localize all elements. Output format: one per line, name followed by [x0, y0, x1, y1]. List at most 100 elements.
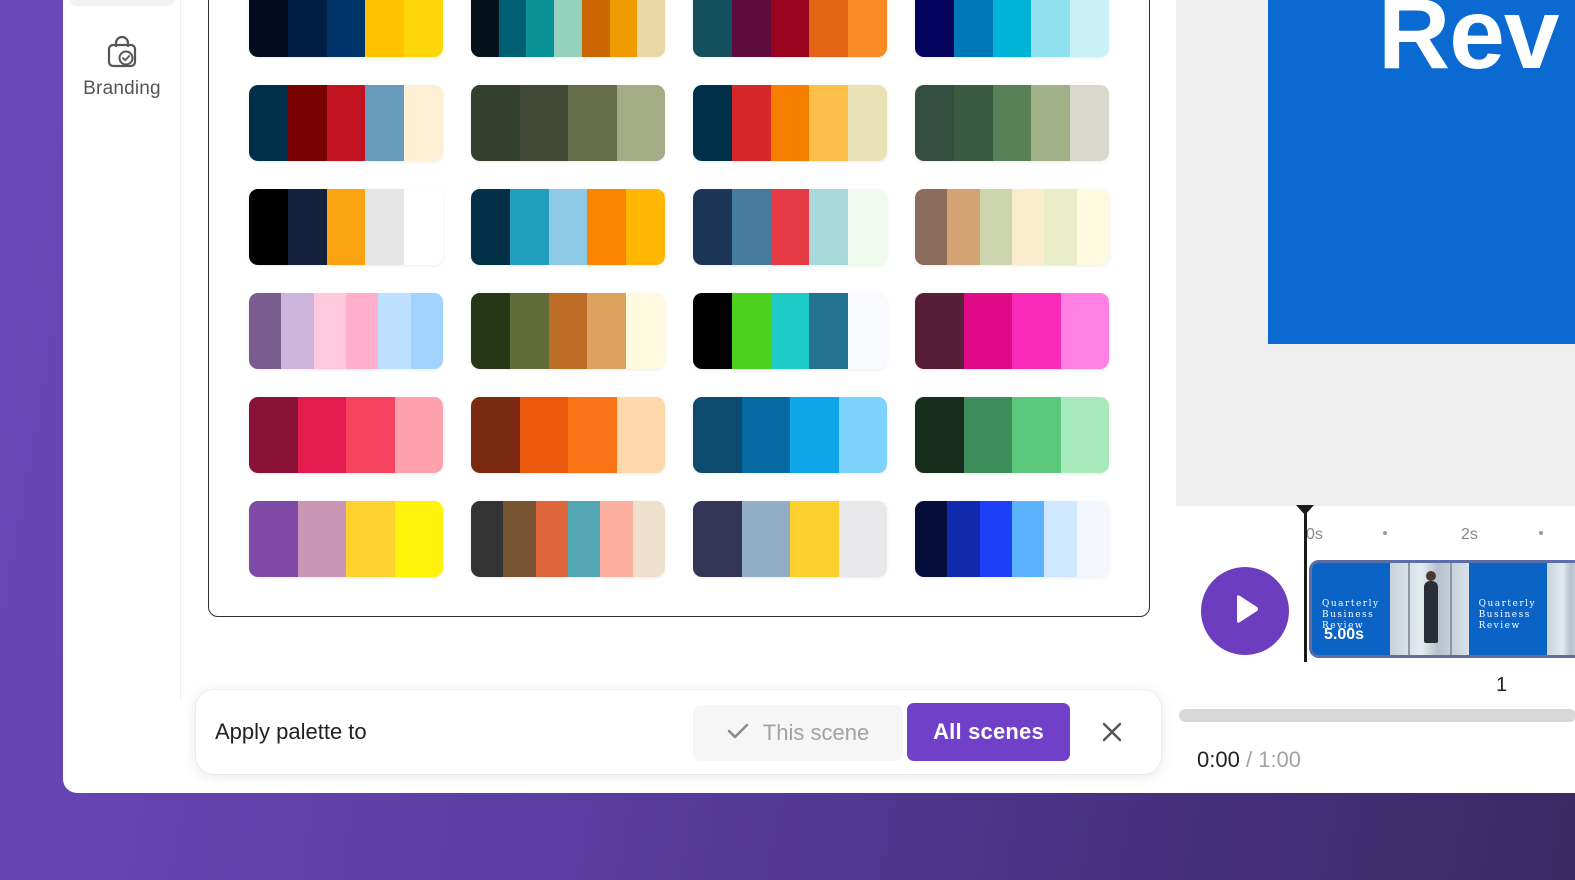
palette-color	[297, 501, 346, 577]
palette-color	[287, 0, 327, 57]
ruler-tick	[1539, 531, 1543, 535]
apply-palette-bar: Apply palette to This scene All scenes	[196, 690, 1161, 774]
palette-swatch[interactable]	[915, 293, 1109, 369]
palette-color	[1070, 85, 1109, 161]
palette-color	[249, 293, 282, 369]
checkmark-icon	[727, 720, 749, 746]
palette-color	[297, 397, 346, 473]
palette-color	[394, 501, 443, 577]
palette-color	[838, 397, 887, 473]
palette-color	[365, 85, 405, 161]
time-display: 0:00 / 1:00	[1197, 747, 1301, 773]
palette-swatch[interactable]	[915, 501, 1109, 577]
palette-color	[809, 85, 849, 161]
palette-swatch[interactable]	[915, 0, 1109, 57]
palette-color	[693, 501, 742, 577]
scene-thumbnail[interactable]: Quarterly Business Review 5.00s Quarterl…	[1309, 560, 1575, 658]
palette-color	[1012, 397, 1061, 473]
sidebar-item-branding[interactable]: Branding	[63, 34, 181, 100]
thumbnail-frame: Quarterly Business Review	[1468, 563, 1547, 655]
ruler-label: 0s	[1306, 526, 1323, 543]
palette-color	[848, 293, 887, 369]
play-button[interactable]	[1201, 567, 1289, 655]
palette-color	[567, 501, 601, 577]
timeline-scrollbar[interactable]	[1179, 709, 1575, 722]
palette-color	[616, 85, 665, 161]
palette-swatch[interactable]	[693, 0, 887, 57]
time-separator: /	[1245, 747, 1253, 772]
palette-color	[741, 501, 790, 577]
all-scenes-button[interactable]: All scenes	[907, 703, 1070, 761]
palette-color	[770, 0, 810, 57]
palette-color	[1070, 0, 1109, 57]
palette-swatch[interactable]	[915, 397, 1109, 473]
palette-color	[378, 293, 411, 369]
palette-color	[953, 85, 993, 161]
palette-color	[249, 0, 288, 57]
palette-color	[313, 293, 346, 369]
palette-color	[1060, 293, 1109, 369]
palette-picker	[208, 0, 1150, 617]
apply-palette-label: Apply palette to	[215, 719, 367, 744]
palette-swatch[interactable]	[693, 189, 887, 265]
palette-color	[404, 85, 443, 161]
palette-color	[731, 189, 771, 265]
palette-swatch[interactable]	[471, 189, 665, 265]
palette-color	[568, 397, 617, 473]
palette-color	[498, 0, 527, 57]
palette-color	[609, 0, 638, 57]
thumbnail-title: Quarterly Business Review	[1478, 599, 1537, 631]
palette-color	[535, 501, 568, 577]
scene-preview[interactable]: Rev	[1268, 0, 1575, 344]
palette-color	[1044, 189, 1077, 265]
palette-color	[947, 501, 980, 577]
palette-swatch[interactable]	[471, 0, 665, 57]
palette-color	[915, 501, 948, 577]
preview-title: Rev	[1378, 0, 1559, 90]
palette-grid	[249, 0, 1109, 577]
palette-color	[809, 0, 849, 57]
palette-color	[809, 189, 849, 265]
palette-color	[519, 397, 568, 473]
palette-swatch[interactable]	[693, 397, 887, 473]
close-icon[interactable]	[1098, 718, 1126, 746]
palette-color	[790, 397, 839, 473]
palette-swatch[interactable]	[693, 85, 887, 161]
palette-swatch[interactable]	[471, 501, 665, 577]
palette-color	[326, 189, 366, 265]
palette-swatch[interactable]	[471, 293, 665, 369]
palette-color	[979, 189, 1012, 265]
person-image	[1424, 571, 1439, 643]
palette-color	[365, 189, 405, 265]
palette-color	[471, 85, 520, 161]
palette-color	[249, 189, 288, 265]
playhead[interactable]	[1304, 506, 1307, 662]
sidebar-item-label: Branding	[83, 78, 161, 99]
palette-swatch[interactable]	[249, 501, 443, 577]
palette-color	[471, 293, 510, 369]
palette-color	[915, 0, 954, 57]
palette-color	[963, 397, 1012, 473]
palette-swatch[interactable]	[471, 397, 665, 473]
palette-color	[345, 293, 379, 369]
palette-swatch[interactable]	[249, 189, 443, 265]
total-time: 1:00	[1258, 747, 1302, 772]
palette-swatch[interactable]	[249, 293, 443, 369]
scene-duration: 5.00s	[1324, 626, 1365, 643]
palette-swatch[interactable]	[249, 397, 443, 473]
palette-swatch[interactable]	[693, 501, 887, 577]
palette-swatch[interactable]	[693, 293, 887, 369]
palette-swatch[interactable]	[915, 189, 1109, 265]
palette-color	[326, 0, 366, 57]
palette-color	[790, 501, 839, 577]
palette-color	[848, 189, 887, 265]
palette-swatch[interactable]	[249, 0, 443, 57]
scene-number: 1	[1496, 674, 1508, 696]
this-scene-button[interactable]: This scene	[693, 705, 903, 761]
thumbnail-frame	[1546, 563, 1575, 655]
palette-swatch[interactable]	[471, 85, 665, 161]
palette-color	[287, 189, 327, 265]
palette-swatch[interactable]	[249, 85, 443, 161]
palette-swatch[interactable]	[915, 85, 1109, 161]
sidebar-item-previous[interactable]	[69, 0, 175, 6]
